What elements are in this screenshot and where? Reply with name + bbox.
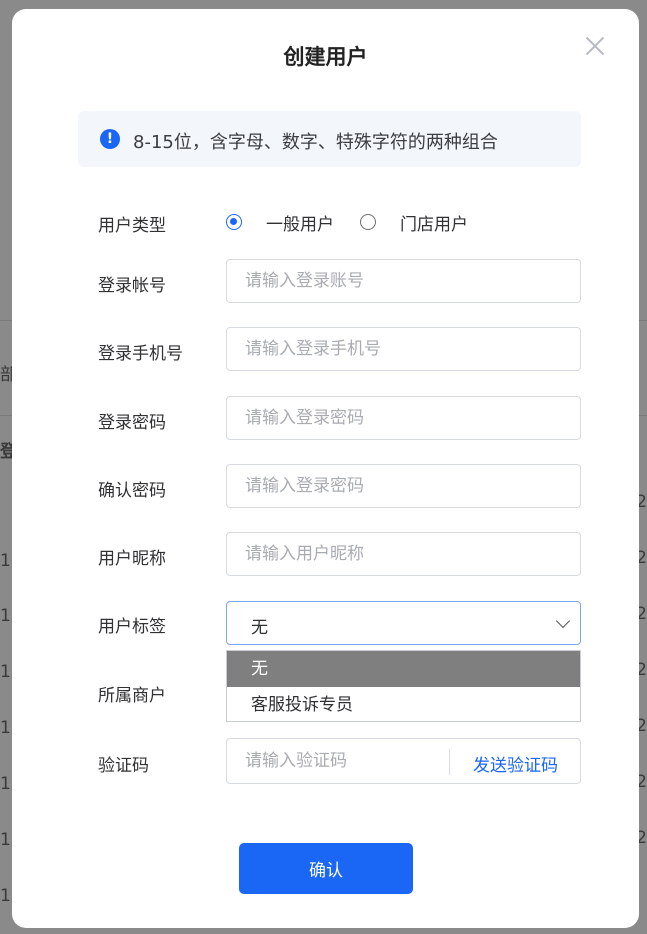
notice-text: 8-15位，含字母、数字、特殊字符的两种组合	[133, 132, 498, 153]
confirm-button[interactable]: 确认	[239, 843, 413, 894]
user-tag-label: 用户标签	[98, 617, 166, 637]
nickname-input[interactable]	[227, 533, 580, 575]
login-account-label: 登录帐号	[98, 276, 166, 296]
login-password-input[interactable]	[227, 397, 580, 439]
nickname-field	[226, 532, 581, 576]
confirm-password-label: 确认密码	[98, 481, 166, 501]
chevron-down-icon	[555, 613, 571, 629]
login-account-field	[226, 259, 581, 303]
radio-store-user[interactable]: 门店用户	[360, 209, 470, 235]
divider	[449, 749, 450, 775]
merchant-label: 所属商户	[98, 686, 166, 706]
dialog-title: 创建用户	[283, 45, 368, 69]
verification-field: 发送验证码	[226, 738, 581, 784]
login-password-label: 登录密码	[98, 413, 166, 433]
radio-unchecked-icon	[360, 214, 376, 230]
select-value: 无	[251, 618, 268, 638]
user-type-label: 用户类型	[98, 216, 166, 236]
password-rule-notice: ! 8-15位，含字母、数字、特殊字符的两种组合	[78, 111, 581, 167]
login-phone-input[interactable]	[227, 328, 580, 370]
user-tag-dropdown: 无 客服投诉专员	[226, 650, 581, 722]
verification-label: 验证码	[98, 756, 149, 776]
send-code-button[interactable]: 发送验证码	[473, 751, 558, 776]
radio-label: 门店用户	[400, 215, 468, 235]
nickname-label: 用户昵称	[98, 549, 166, 569]
login-account-input[interactable]	[227, 260, 580, 302]
exclamation-circle-icon: !	[100, 129, 120, 149]
confirm-password-field	[226, 464, 581, 508]
confirm-password-input[interactable]	[227, 465, 580, 507]
radio-general-user[interactable]: 一般用户	[226, 209, 336, 235]
create-user-dialog: 创建用户 ! 8-15位，含字母、数字、特殊字符的两种组合 用户类型 一般用户 …	[12, 9, 639, 928]
login-password-field	[226, 396, 581, 440]
login-phone-field	[226, 327, 581, 371]
user-tag-select[interactable]: 无	[226, 601, 581, 645]
login-phone-label: 登录手机号	[98, 344, 183, 364]
dropdown-option[interactable]: 客服投诉专员	[227, 687, 580, 723]
radio-checked-icon	[226, 214, 242, 230]
verification-input[interactable]	[227, 739, 447, 783]
dropdown-option[interactable]: 无	[227, 651, 580, 687]
close-icon[interactable]	[582, 33, 608, 59]
radio-label: 一般用户	[266, 215, 334, 235]
